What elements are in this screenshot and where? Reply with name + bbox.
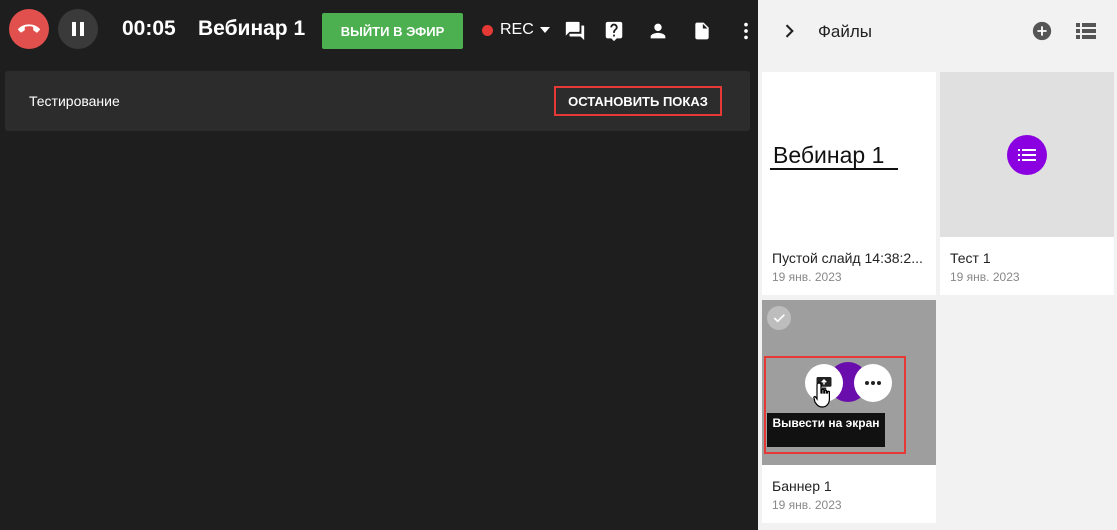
stop-sharing-button[interactable]: ОСТАНОВИТЬ ПОКАЗ bbox=[554, 86, 722, 116]
record-dot-icon bbox=[482, 24, 493, 36]
file-icon bbox=[695, 22, 709, 40]
file-thumbnail: Вебинар 1 bbox=[762, 72, 936, 237]
file-date: 19 янв. 2023 bbox=[772, 270, 842, 284]
file-name: Баннер 1 bbox=[772, 478, 832, 494]
list-view-icon bbox=[1076, 23, 1096, 39]
webinar-title: Вебинар 1 bbox=[198, 17, 306, 40]
files-panel-title: Файлы bbox=[818, 22, 873, 41]
collapse-panel-button[interactable] bbox=[778, 20, 800, 42]
questions-button[interactable] bbox=[602, 19, 626, 43]
thumbnail-slide-text: Вебинар 1 bbox=[773, 142, 885, 168]
end-call-icon bbox=[18, 24, 40, 33]
more-vertical-icon bbox=[744, 22, 748, 40]
test-list-icon bbox=[1007, 135, 1047, 175]
file-card-test[interactable]: Тест 1 19 янв. 2023 bbox=[940, 72, 1114, 295]
file-card-blank-slide[interactable]: Вебинар 1 Пустой слайд 14:38:2... 19 янв… bbox=[762, 72, 936, 295]
webinar-main-area: 00:05 Вебинар 1 ВЫЙТИ В ЭФИР REC Тестиро… bbox=[0, 0, 758, 530]
list-view-button[interactable] bbox=[1075, 20, 1097, 42]
file-name: Пустой слайд 14:38:2... bbox=[772, 250, 923, 266]
check-icon bbox=[773, 314, 785, 323]
files-button[interactable] bbox=[690, 19, 714, 43]
add-circle-icon bbox=[1032, 21, 1052, 41]
top-toolbar: 00:05 Вебинар 1 ВЫЙТИ В ЭФИР REC bbox=[0, 0, 758, 62]
files-panel-header: Файлы bbox=[758, 0, 1117, 62]
file-date: 19 янв. 2023 bbox=[772, 498, 842, 512]
add-file-button[interactable] bbox=[1031, 20, 1053, 42]
participants-button[interactable] bbox=[646, 19, 670, 43]
file-thumbnail bbox=[940, 72, 1114, 237]
broadcast-timer: 00:05 bbox=[122, 17, 176, 40]
chat-button[interactable] bbox=[563, 19, 587, 43]
record-dropdown[interactable]: REC bbox=[482, 21, 550, 39]
user-icon bbox=[650, 23, 666, 39]
more-menu-button[interactable] bbox=[734, 19, 758, 43]
show-on-screen-tooltip: Вывести на экран bbox=[767, 413, 885, 447]
file-name: Тест 1 bbox=[950, 250, 991, 266]
record-label: REC bbox=[500, 21, 534, 38]
pause-icon bbox=[72, 22, 84, 36]
question-icon bbox=[605, 21, 623, 42]
chevron-right-icon bbox=[785, 24, 794, 38]
caret-down-icon bbox=[539, 27, 550, 33]
file-date: 19 янв. 2023 bbox=[950, 270, 1020, 284]
chat-icon bbox=[565, 21, 585, 41]
hand-cursor-icon bbox=[813, 382, 830, 408]
thumbnail-underline bbox=[770, 168, 898, 170]
share-source-label: Тестирование bbox=[29, 93, 120, 109]
select-checkbox[interactable] bbox=[767, 306, 791, 330]
go-live-button[interactable]: ВЫЙТИ В ЭФИР bbox=[322, 13, 463, 49]
pause-button[interactable] bbox=[58, 9, 98, 49]
end-call-button[interactable] bbox=[9, 9, 49, 49]
